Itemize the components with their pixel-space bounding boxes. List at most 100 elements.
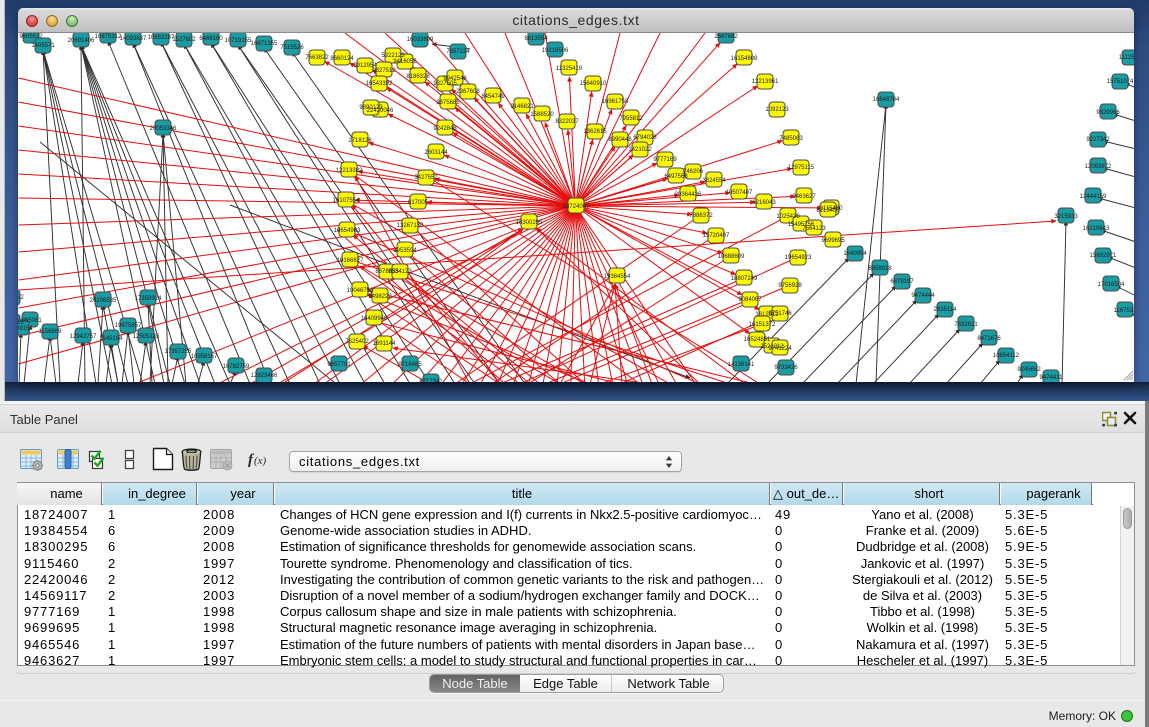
svg-text:16782759: 16782759 xyxy=(223,364,250,370)
svg-text:1112543: 1112543 xyxy=(1119,55,1134,61)
svg-text:1362615: 1362615 xyxy=(583,129,607,135)
svg-text:14136141: 14136141 xyxy=(728,362,755,368)
svg-text:2718126: 2718126 xyxy=(348,138,372,144)
svg-text:6466160: 6466160 xyxy=(199,36,223,42)
svg-text:16210643: 16210643 xyxy=(1083,226,1110,232)
svg-text:7857224: 7857224 xyxy=(446,49,470,55)
svg-text:20053346: 20053346 xyxy=(150,126,177,132)
svg-text:3215933: 3215933 xyxy=(1054,214,1078,220)
svg-text:18300295: 18300295 xyxy=(516,220,543,226)
svg-text:9953594: 9953594 xyxy=(393,248,417,254)
svg-text:2367608: 2367608 xyxy=(456,89,480,95)
svg-text:9146821: 9146821 xyxy=(510,104,534,110)
svg-text:19975857: 19975857 xyxy=(115,323,142,329)
svg-text:9084067: 9084067 xyxy=(738,297,762,303)
svg-text:9474444: 9474444 xyxy=(911,293,935,299)
svg-text:1640954: 1640954 xyxy=(843,251,867,257)
svg-text:11325419: 11325419 xyxy=(556,66,583,72)
svg-text:9716485: 9716485 xyxy=(398,362,422,368)
svg-text:9245652: 9245652 xyxy=(1017,367,1041,373)
svg-text:12213961: 12213961 xyxy=(752,79,779,85)
svg-text:7625402: 7625402 xyxy=(345,339,369,345)
svg-text:9227342: 9227342 xyxy=(1086,137,1110,143)
svg-text:9463627: 9463627 xyxy=(792,194,816,200)
svg-text:1167531: 1167531 xyxy=(1114,308,1134,314)
svg-text:1145194: 1145194 xyxy=(100,336,124,342)
svg-text:9712341: 9712341 xyxy=(419,379,443,382)
svg-text:8990448: 8990448 xyxy=(608,137,632,143)
svg-text:7515526: 7515526 xyxy=(280,45,304,51)
svg-text:16524851: 16524851 xyxy=(744,337,771,343)
svg-text:10653287: 10653287 xyxy=(148,35,175,41)
svg-text:10719155: 10719155 xyxy=(225,38,252,44)
svg-text:12444159: 12444159 xyxy=(1080,194,1107,200)
svg-text:17359924: 17359924 xyxy=(135,296,162,302)
svg-text:3427552: 3427552 xyxy=(414,175,438,181)
svg-text:19218506: 19218506 xyxy=(542,48,569,54)
svg-text:18724007: 18724007 xyxy=(563,204,590,210)
svg-text:1405571: 1405571 xyxy=(31,43,55,49)
svg-text:9942546: 9942546 xyxy=(443,76,467,82)
svg-text:8322037: 8322037 xyxy=(555,119,579,125)
svg-text:10654112: 10654112 xyxy=(993,353,1020,359)
svg-text:19166827: 19166827 xyxy=(337,258,364,264)
svg-text:2803144: 2803144 xyxy=(424,150,448,156)
svg-text:17016504: 17016504 xyxy=(1098,282,1125,288)
svg-text:1156869: 1156869 xyxy=(39,329,63,335)
svg-text:1092123: 1092123 xyxy=(765,107,789,113)
svg-text:2687682: 2687682 xyxy=(714,34,738,40)
svg-text:16409948: 16409948 xyxy=(361,316,388,322)
svg-text:10958167: 10958167 xyxy=(191,354,218,360)
svg-text:18807249: 18807249 xyxy=(731,276,758,282)
svg-text:9474411: 9474411 xyxy=(1040,375,1064,381)
svg-text:16033809: 16033809 xyxy=(407,37,434,43)
svg-text:20364436: 20364436 xyxy=(675,192,702,198)
svg-text:6879197: 6879197 xyxy=(890,279,914,285)
svg-text:12213382: 12213382 xyxy=(336,168,363,174)
svg-text:19654983: 19654983 xyxy=(334,228,361,234)
svg-text:8813054: 8813054 xyxy=(524,36,548,42)
svg-text:2935114: 2935114 xyxy=(934,307,958,313)
svg-text:16961758: 16961758 xyxy=(602,99,629,105)
svg-text:3675685: 3675685 xyxy=(436,100,460,106)
svg-text:1421022: 1421022 xyxy=(628,147,652,153)
svg-text:8958928: 8958928 xyxy=(868,266,892,272)
svg-text:9416058: 9416058 xyxy=(393,59,417,65)
svg-text:9534123: 9534123 xyxy=(388,269,412,275)
svg-text:16151372: 16151372 xyxy=(749,322,776,328)
svg-text:14093637: 14093637 xyxy=(120,36,147,42)
svg-text:9498222: 9498222 xyxy=(368,294,392,300)
svg-text:16543392: 16543392 xyxy=(366,81,393,87)
svg-text:8454749: 8454749 xyxy=(481,94,505,100)
svg-text:15692971: 15692971 xyxy=(1090,253,1117,259)
svg-text:8471676: 8471676 xyxy=(977,336,1001,342)
svg-text:7955812: 7955812 xyxy=(619,116,643,122)
svg-text:9741224: 9741224 xyxy=(768,346,792,352)
svg-text:20691406: 20691406 xyxy=(68,38,95,44)
svg-text:9890123: 9890123 xyxy=(359,105,383,111)
svg-text:9827512: 9827512 xyxy=(372,68,396,74)
svg-text:1527602: 1527602 xyxy=(172,37,196,43)
svg-text:15751074: 15751074 xyxy=(1107,79,1134,85)
svg-text:9733426: 9733426 xyxy=(774,365,798,371)
svg-text:1885061: 1885061 xyxy=(18,318,42,324)
svg-text:16648784: 16648784 xyxy=(873,97,900,103)
svg-text:7632621: 7632621 xyxy=(954,322,978,328)
svg-text:8660124: 8660124 xyxy=(330,56,354,62)
svg-text:10507487: 10507487 xyxy=(726,190,753,196)
svg-text:12942757: 12942757 xyxy=(70,334,97,340)
svg-text:16107554: 16107554 xyxy=(333,198,360,204)
svg-text:2620352: 2620352 xyxy=(18,295,24,301)
svg-text:9699695: 9699695 xyxy=(821,238,845,244)
svg-text:20206535: 20206535 xyxy=(90,298,117,304)
svg-text:12975115: 12975115 xyxy=(788,165,815,171)
svg-text:6794028: 6794028 xyxy=(633,135,657,141)
svg-text:5322123: 5322123 xyxy=(381,53,405,59)
svg-text:12505135: 12505135 xyxy=(133,334,160,340)
svg-text:1691144: 1691144 xyxy=(373,341,397,347)
svg-text:9329966: 9329966 xyxy=(1096,110,1120,116)
svg-text:9605572: 9605572 xyxy=(19,34,43,40)
svg-text:15720407: 15720407 xyxy=(703,233,730,239)
svg-text:6216043: 6216043 xyxy=(752,200,776,206)
svg-text:10688609: 10688609 xyxy=(718,254,745,260)
